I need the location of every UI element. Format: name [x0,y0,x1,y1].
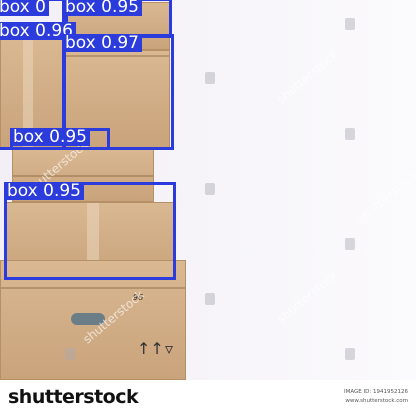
detection-label: box 0 [0,0,49,16]
watermark-text: shutterstock [274,267,341,327]
detection-label: box 0.95 [10,128,90,146]
detection-label: box 0.95 [62,0,142,16]
detection-box: box 0.95 [4,182,176,280]
watermark-icon [345,238,355,250]
watermark-icon [345,348,355,360]
image-id: IMAGE ID: 1941952126 [344,389,408,395]
watermark-icon [345,18,355,30]
detection-box: box 0.95 [10,128,110,150]
watermark-icon [205,183,215,195]
shutterstock-logo: shutterstock [8,386,139,408]
watermark-icon [205,72,215,84]
detection-label: box 0.95 [4,182,84,200]
photo-scene: 96 ↑↑ ▿ shutterstock shutterstock shutte… [0,0,416,380]
watermark-icon [345,128,355,140]
watermark-icon [205,293,215,305]
detection-label: box 0.97 [62,34,142,52]
box-flap-line [1,287,185,289]
watermark-text: shutterstock [354,167,416,227]
image-info: IMAGE ID: 1941952126 www.shutterstock.co… [344,388,408,406]
site-url: www.shutterstock.com [345,398,408,404]
fragile-glass-icon: ▿ [165,339,174,358]
this-side-up-icon: ↑↑ [137,339,164,358]
stock-footer: shutterstock IMAGE ID: 1941952126 www.sh… [0,380,416,416]
watermark-icon [65,348,75,360]
watermark-text: shutterstock [274,47,341,107]
